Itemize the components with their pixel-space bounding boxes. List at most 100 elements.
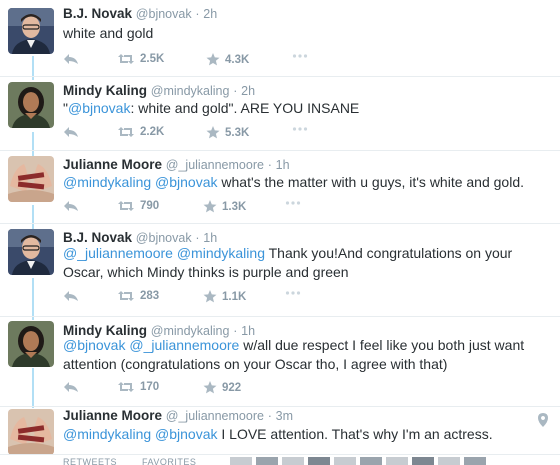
reply-icon (64, 127, 78, 137)
more-icon (285, 201, 301, 205)
reply-button[interactable] (63, 381, 79, 393)
tweet-header: Mindy Kaling @mindykaling · 2h (63, 83, 256, 98)
tweet-header: Julianne Moore @_juliannemoore · 3m (63, 408, 294, 423)
username[interactable]: @bjnovak (136, 231, 192, 245)
timestamp[interactable]: 1h (276, 158, 290, 172)
mention-link[interactable]: @mindykaling (63, 426, 151, 442)
avatar[interactable] (8, 321, 54, 367)
favorite-button[interactable]: 5.3K (206, 126, 249, 139)
retweet-icon (118, 127, 134, 137)
star-icon (206, 126, 220, 139)
retweet-button[interactable]: 2.2K (117, 126, 164, 138)
tweet-header: B.J. Novak @bjnovak · 1h (63, 230, 218, 245)
favorite-count: 5.3K (225, 126, 250, 139)
more-button[interactable] (285, 200, 301, 206)
tweet-text: @bjnovak @_juliannemoore w/all due respe… (63, 336, 548, 374)
retweet-count: 283 (140, 290, 160, 302)
tweet-text: @_juliannemoore @mindykaling Thank you!A… (63, 244, 548, 282)
more-icon (292, 54, 308, 58)
tweet-text: "@bjnovak: white and gold". ARE YOU INSA… (63, 99, 548, 118)
mention-link[interactable]: @mindykaling (63, 174, 151, 190)
tweet-header: Julianne Moore @_juliannemoore · 1h (63, 157, 290, 172)
retweet-icon (118, 54, 134, 64)
tweet[interactable]: Julianne Moore @_juliannemoore · 3m @min… (0, 407, 560, 455)
reply-icon (64, 291, 78, 301)
favorite-count: 1.3K (222, 200, 247, 213)
tweet[interactable]: B.J. Novak @bjnovak · 1h @_juliannemoore… (0, 224, 560, 317)
star-icon (203, 290, 217, 303)
favorite-button[interactable]: 1.3K (203, 200, 246, 213)
display-name[interactable]: B.J. Novak (63, 230, 132, 245)
reply-icon (64, 201, 78, 211)
mention-link[interactable]: @bjnovak (63, 337, 125, 353)
tweet[interactable]: Julianne Moore @_juliannemoore · 1h @min… (0, 151, 560, 224)
tweet-text-segment: : white and gold". ARE YOU INSANE (130, 100, 360, 116)
reply-button[interactable] (63, 290, 79, 302)
username[interactable]: @bjnovak (136, 7, 192, 21)
timestamp[interactable]: 2h (241, 84, 255, 98)
more-button[interactable] (292, 126, 308, 132)
more-icon (292, 127, 308, 131)
avatar[interactable] (8, 229, 54, 275)
more-button[interactable] (292, 53, 308, 59)
tweet-text-segment: what's the matter with u guys, it's whit… (217, 174, 524, 190)
tweet-text-segment: I LOVE attention. That's why I'm an actr… (217, 426, 493, 442)
retweet-button[interactable]: 790 (117, 200, 159, 212)
mention-link[interactable]: @_juliannemoore (129, 337, 239, 353)
tweet-text: @mindykaling @bjnovak I LOVE attention. … (63, 425, 548, 444)
more-button[interactable] (285, 290, 301, 296)
tweet-text: white and gold (63, 24, 548, 43)
retweet-icon (118, 201, 134, 211)
avatar[interactable] (8, 409, 54, 455)
avatar[interactable] (8, 156, 54, 202)
username[interactable]: @_juliannemoore (166, 409, 264, 423)
reply-button[interactable] (63, 126, 79, 138)
tweet[interactable]: Mindy Kaling @mindykaling · 1h @bjnovak … (0, 317, 560, 407)
timestamp[interactable]: 2h (203, 7, 217, 21)
reply-button[interactable] (63, 200, 79, 212)
star-icon (203, 381, 217, 394)
reply-icon (64, 54, 78, 64)
tweet-header: B.J. Novak @bjnovak · 2h (63, 6, 218, 21)
mention-link[interactable]: @bjnovak (155, 426, 217, 442)
favorite-count: 4.3K (225, 53, 250, 66)
retweet-button[interactable]: 170 (117, 381, 159, 393)
display-name[interactable]: Mindy Kaling (63, 83, 147, 98)
timestamp[interactable]: 3m (276, 409, 293, 423)
star-icon (206, 53, 220, 66)
mention-link[interactable]: @mindykaling (177, 245, 265, 261)
retweet-icon (118, 291, 134, 301)
tweet-stats-footer: RETWEETS FAVORITES (0, 454, 560, 465)
mention-link[interactable]: @_juliannemoore (63, 245, 173, 261)
username[interactable]: @mindykaling (151, 84, 230, 98)
display-name[interactable]: Julianne Moore (63, 408, 162, 423)
avatar[interactable] (8, 8, 54, 54)
reply-icon (64, 382, 78, 392)
favorite-count: 1.1K (222, 290, 247, 303)
username[interactable]: @_juliannemoore (166, 158, 264, 172)
retweet-count: 170 (140, 381, 160, 393)
avatar[interactable] (8, 82, 54, 128)
retweet-count: 790 (140, 200, 160, 212)
tweet-text: @mindykaling @bjnovak what's the matter … (63, 173, 548, 192)
more-icon (285, 291, 301, 295)
retweet-icon (118, 382, 134, 392)
retweet-count: 2.5K (140, 53, 165, 65)
retweet-button[interactable]: 2.5K (117, 53, 164, 65)
retweet-button[interactable]: 283 (117, 290, 159, 302)
favorite-button[interactable]: 1.1K (203, 290, 246, 303)
tweet[interactable]: B.J. Novak @bjnovak · 2h white and gold … (0, 0, 560, 77)
star-icon (203, 200, 217, 213)
display-name[interactable]: B.J. Novak (63, 6, 132, 21)
favorite-button[interactable]: 922 (203, 381, 241, 394)
favorite-count: 922 (222, 381, 242, 394)
mention-link[interactable]: @bjnovak (68, 100, 130, 116)
favorite-button[interactable]: 4.3K (206, 53, 249, 66)
reply-button[interactable] (63, 53, 79, 65)
tweet[interactable]: Mindy Kaling @mindykaling · 2h "@bjnovak… (0, 77, 560, 151)
retweet-count: 2.2K (140, 126, 165, 138)
timestamp[interactable]: 1h (203, 231, 217, 245)
tweet-text-segment: white and gold (63, 25, 154, 41)
mention-link[interactable]: @bjnovak (155, 174, 217, 190)
display-name[interactable]: Julianne Moore (63, 157, 162, 172)
